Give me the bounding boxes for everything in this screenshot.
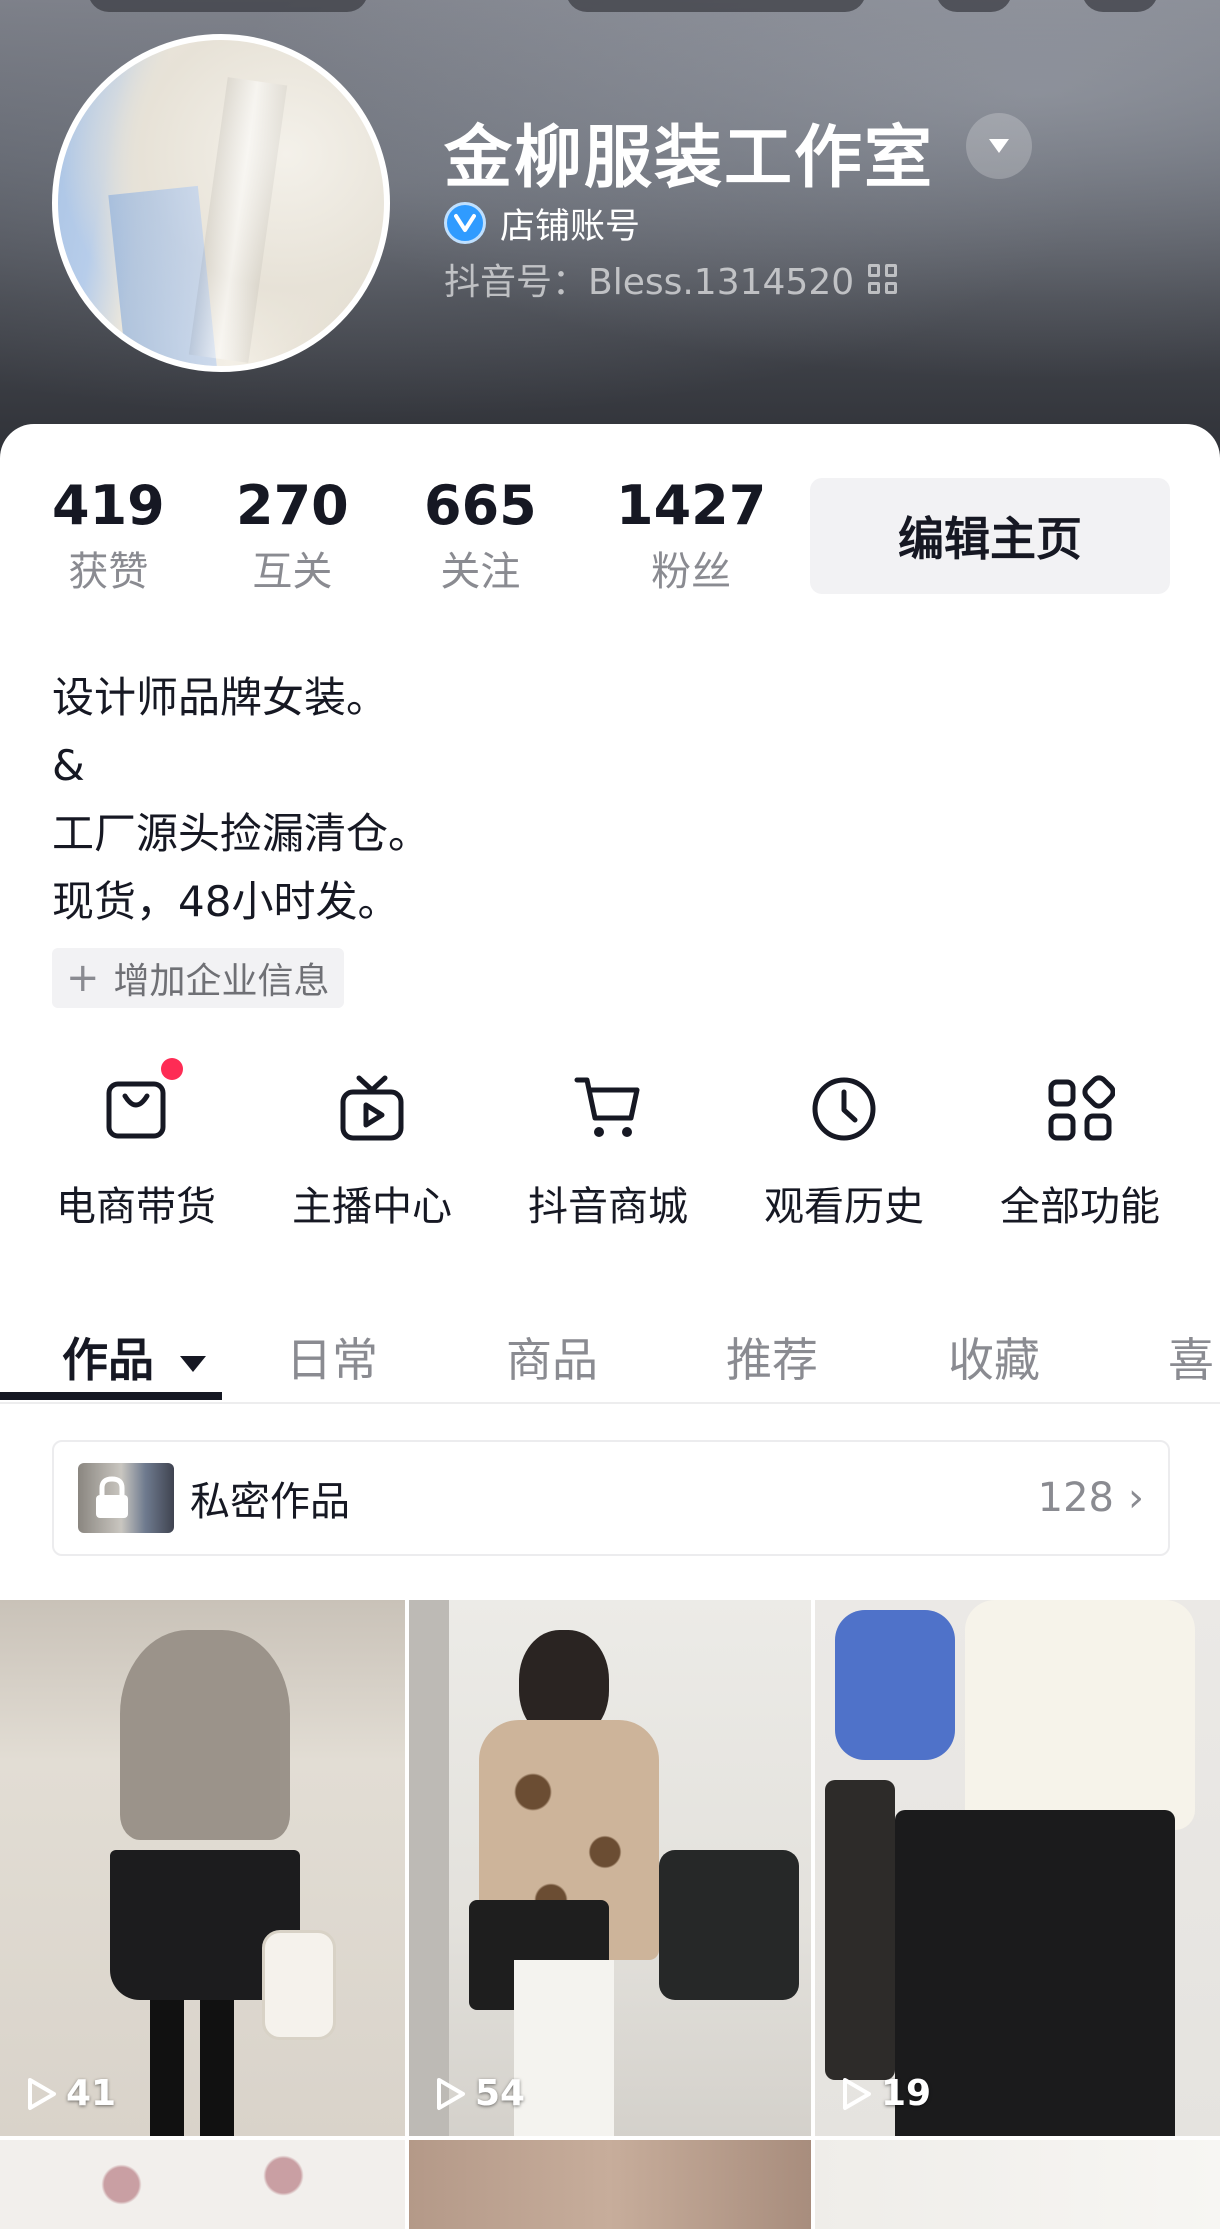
tab-likes[interactable]: 喜 — [1168, 1324, 1214, 1390]
content-tabs: 作品 日常 商品 推荐 收藏 喜 — [0, 1304, 1220, 1404]
play-count: 41 — [22, 2073, 116, 2114]
lock-icon — [96, 1476, 128, 1518]
feature-streamer-center[interactable]: 主播中心 — [272, 1074, 472, 1232]
stat-label: 互关 — [252, 549, 333, 596]
play-icon — [437, 2077, 465, 2110]
bio-line: 工厂源头捡漏清仓。 — [52, 809, 431, 858]
tab-daily[interactable]: 日常 — [286, 1324, 378, 1390]
apps-grid-icon — [1045, 1074, 1116, 1144]
account-switch-button[interactable] — [966, 113, 1032, 179]
tab-products[interactable]: 商品 — [506, 1324, 598, 1390]
play-count-value: 19 — [881, 2073, 932, 2114]
video-thumbnail[interactable] — [409, 2140, 811, 2229]
add-company-label: 增加企业信息 — [113, 961, 330, 1002]
feature-label: 主播中心 — [292, 1184, 452, 1230]
video-thumbnail[interactable] — [0, 2140, 405, 2229]
plus-icon: + — [66, 955, 100, 1001]
stat-label: 粉丝 — [651, 549, 732, 596]
play-icon — [28, 2077, 56, 2110]
top-bar-button[interactable] — [88, 0, 368, 12]
verification-row[interactable]: 店铺账号 — [444, 200, 641, 247]
shopping-bag-icon — [101, 1058, 183, 1144]
stat-following[interactable]: 665 关注 — [424, 476, 537, 597]
stat-value: 270 — [236, 474, 349, 537]
top-bar-button[interactable] — [936, 0, 1012, 12]
active-tab-indicator — [0, 1392, 222, 1400]
private-works-label: 私密作品 — [190, 1479, 350, 1525]
play-count-value: 54 — [475, 2073, 526, 2114]
chevron-right-icon: › — [1128, 1475, 1144, 1521]
video-thumbnail[interactable]: 19 — [815, 1600, 1220, 2136]
profile-name: 金柳服装工作室 — [444, 119, 935, 198]
tab-works[interactable]: 作品 — [62, 1324, 208, 1390]
play-icon — [843, 2077, 871, 2110]
feature-ecommerce[interactable]: 电商带货 — [36, 1058, 236, 1232]
stat-value: 419 — [52, 474, 165, 537]
private-works-count: 128 — [1037, 1475, 1114, 1521]
notification-dot — [161, 1058, 183, 1080]
video-thumbnail[interactable]: 41 — [0, 1600, 405, 2136]
shopping-cart-icon — [573, 1074, 643, 1144]
tab-favorites[interactable]: 收藏 — [948, 1324, 1040, 1390]
feature-label: 观看历史 — [764, 1184, 924, 1230]
video-thumbnail[interactable] — [815, 2140, 1220, 2229]
tab-recommend[interactable]: 推荐 — [726, 1324, 818, 1390]
play-count: 54 — [431, 2073, 525, 2114]
profile-header: 金柳服装工作室 店铺账号 抖音号：Bless.1314520 — [0, 0, 1220, 460]
stat-value: 665 — [424, 474, 537, 537]
stat-label: 获赞 — [68, 549, 149, 596]
feature-all-functions[interactable]: 全部功能 — [980, 1074, 1180, 1232]
feature-label: 抖音商城 — [528, 1184, 688, 1230]
top-bar-button[interactable] — [566, 0, 866, 12]
feature-label: 全部功能 — [1000, 1184, 1160, 1230]
private-works-thumbnail — [78, 1463, 174, 1533]
feature-label: 电商带货 — [56, 1184, 216, 1230]
edit-profile-button[interactable]: 编辑主页 — [810, 478, 1170, 594]
bio: 设计师品牌女装。 & 工厂源头捡漏清仓。 现货，48小时发。 — [52, 664, 430, 936]
douyin-id: 抖音号：Bless.1314520 — [444, 262, 855, 303]
stat-followers[interactable]: 1427 粉丝 — [616, 476, 766, 597]
play-count: 19 — [837, 2073, 931, 2114]
stat-likes[interactable]: 419 获赞 — [52, 476, 165, 597]
triangle-down-icon — [180, 1355, 207, 1372]
bio-line: & — [52, 741, 85, 790]
avatar[interactable] — [52, 34, 390, 372]
video-thumbnail[interactable]: 54 — [409, 1600, 811, 2136]
private-works-entry[interactable]: 私密作品 128 › — [52, 1440, 1170, 1556]
top-bar-button[interactable] — [1082, 0, 1158, 12]
bio-line: 设计师品牌女装。 — [52, 673, 389, 722]
triangle-down-icon — [989, 139, 1009, 153]
feature-watch-history[interactable]: 观看历史 — [744, 1074, 944, 1232]
stat-label: 关注 — [440, 549, 521, 596]
live-tv-icon — [337, 1074, 407, 1144]
qr-code-icon[interactable] — [868, 264, 898, 294]
verification-label: 店铺账号 — [500, 206, 641, 247]
stat-value: 1427 — [616, 474, 767, 537]
stat-mutual[interactable]: 270 互关 — [236, 476, 349, 597]
bio-line: 现货，48小时发。 — [52, 877, 400, 926]
add-company-info-button[interactable]: + 增加企业信息 — [52, 948, 344, 1008]
tab-label: 作品 — [62, 1333, 154, 1387]
clock-icon — [809, 1074, 879, 1144]
feature-douyin-mall[interactable]: 抖音商城 — [508, 1074, 708, 1232]
verified-badge-icon — [444, 202, 486, 244]
play-count-value: 41 — [66, 2073, 117, 2114]
douyin-id-row[interactable]: 抖音号：Bless.1314520 — [444, 254, 898, 304]
